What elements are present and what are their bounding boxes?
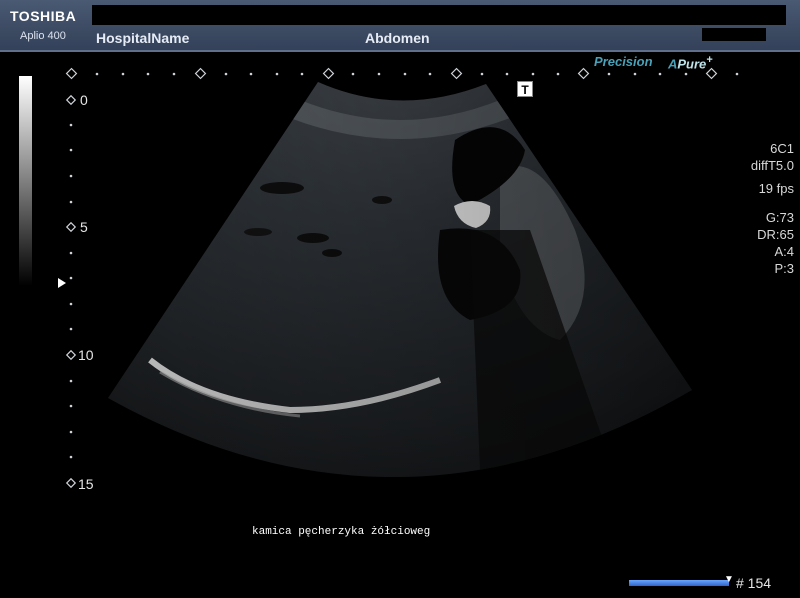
cine-progress-fill	[629, 580, 729, 586]
frame-marker-icon: ▼	[724, 574, 734, 585]
cine-progress-bar[interactable]	[629, 580, 729, 586]
apure-logo: APure+	[668, 54, 713, 71]
image-annotation: kamica pęcherzyka żółcioweg	[252, 526, 431, 538]
mode-label: diffT5.0	[750, 158, 794, 173]
scan-sector	[108, 82, 692, 478]
gain-label: G:73	[765, 210, 794, 225]
depth-label-10: 10	[78, 347, 94, 363]
hospital-name: HospitalName	[96, 30, 190, 46]
depth-label-5: 5	[80, 219, 88, 235]
model-name: Aplio 400	[20, 30, 66, 42]
top-scale	[65, 67, 739, 80]
dynamic-range-label: DR:65	[757, 227, 794, 242]
frame-counter: # 154	[736, 575, 772, 591]
redacted-info-box	[702, 28, 766, 41]
grayscale-bar	[19, 76, 32, 286]
t-marker-icon[interactable]: T	[517, 81, 533, 97]
depth-scale	[65, 94, 77, 489]
depth-label-0: 0	[80, 92, 88, 108]
apure-logo-a: A	[668, 56, 678, 72]
exam-type: Abdomen	[365, 30, 430, 46]
a-param-label: A:4	[774, 244, 794, 259]
probe-label: 6C1	[770, 141, 794, 156]
imaging-parameters: 6C1 diffT5.0 19 fps G:73 DR:65 A:4 P:3	[751, 140, 794, 277]
patient-name-field-redacted	[92, 5, 786, 25]
focus-marker-icon[interactable]	[58, 278, 66, 288]
header-bar: TOSHIBA Aplio 400 HospitalName Abdomen	[0, 0, 800, 52]
apure-logo-text: Pure	[677, 56, 707, 72]
fps-label: 19 fps	[758, 181, 794, 196]
depth-label-15: 15	[78, 476, 94, 492]
precision-logo: Precision	[594, 54, 653, 69]
brand-logo: TOSHIBA	[10, 8, 77, 24]
ultrasound-image	[65, 67, 739, 489]
p-param-label: P:3	[774, 261, 794, 276]
apure-logo-plus: +	[706, 54, 713, 66]
